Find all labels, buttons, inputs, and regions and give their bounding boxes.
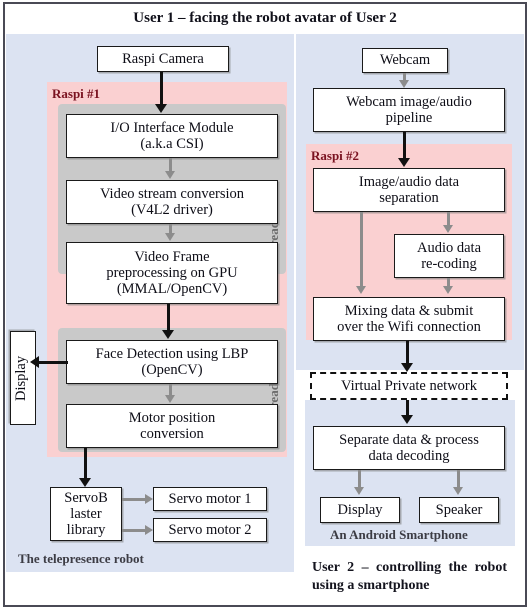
node-audio-data-recoding[interactable]: Audio data re-coding (394, 234, 504, 278)
caption-user2: User 2 – controlling the robot using a s… (312, 560, 507, 593)
node-separate-data-decoding[interactable]: Separate data & process data decoding (313, 426, 505, 470)
node-speaker[interactable]: Speaker (419, 497, 499, 523)
arrowhead-facedetect-to-display (30, 356, 39, 368)
label-raspi-1: Raspi #1 (52, 86, 101, 101)
connector-separate-to-speaker (457, 470, 460, 488)
node-face-detection-lbp[interactable]: Face Detection using LBP (OpenCV) (66, 340, 278, 384)
connector-pipeline-to-separation (403, 132, 406, 160)
arrowhead-mixing-to-vpn (401, 363, 413, 372)
arrowhead-separate-to-display (354, 487, 364, 495)
label-telepresence-robot: The telepresence robot (18, 551, 144, 566)
arrowhead-servolib-to-motor2 (145, 524, 153, 535)
connector-mixing-to-vpn (406, 341, 409, 365)
node-virtual-private-network[interactable]: Virtual Private network (310, 372, 508, 400)
connector-separate-to-display (358, 470, 361, 488)
arrowhead-facedetect-to-motorpos (165, 395, 175, 403)
node-webcam[interactable]: Webcam (362, 48, 448, 73)
arrowhead-videoframe-to-facedetect (162, 330, 174, 339)
arrowhead-audio-to-mixing (443, 286, 453, 294)
node-display-robot[interactable]: Display (10, 331, 36, 425)
node-servo-motor-2[interactable]: Servo motor 2 (153, 518, 267, 542)
arrowhead-servolib-to-motor1 (145, 493, 153, 504)
node-servo-motor-1[interactable]: Servo motor 1 (153, 487, 267, 511)
node-raspi-camera[interactable]: Raspi Camera (97, 46, 229, 72)
connector-facedetect-to-display (36, 361, 68, 364)
connector-camera-to-io (160, 72, 163, 105)
connector-servolib-to-motor1 (122, 498, 146, 501)
node-motor-position-conversion[interactable]: Motor position conversion (66, 404, 278, 448)
arrowhead-io-to-videostream (165, 171, 175, 179)
arrowhead-videostream-to-videoframe (165, 233, 175, 241)
connector-separation-to-audio (447, 212, 450, 226)
connector-motorpos-to-servolib (84, 448, 87, 479)
arrowhead-separation-to-audio (443, 225, 453, 233)
node-video-stream-conversion[interactable]: Video stream conversion (V4L2 driver) (66, 180, 278, 224)
arrowhead-vpn-to-separate (401, 415, 413, 424)
figure-title: User 1 – facing the robot avatar of User… (133, 10, 397, 26)
label-raspi-2: Raspi #2 (311, 148, 360, 163)
node-io-interface-module[interactable]: I/O Interface Module (a.k.a CSI) (66, 114, 278, 158)
arrowhead-camera-to-io (155, 104, 167, 113)
label-android-smartphone: An Android Smartphone (330, 527, 468, 542)
arrowhead-separate-to-speaker (453, 487, 463, 495)
connector-videoframe-to-facedetect (167, 304, 170, 332)
diagram-canvas: User 1 – facing the robot avatar of User… (0, 0, 530, 610)
node-mixing-data-wifi[interactable]: Mixing data & submit over the Wifi conne… (313, 297, 505, 341)
arrowhead-webcam-to-pipeline (399, 80, 409, 88)
node-servoblaster-library[interactable]: ServoB laster library (50, 487, 122, 541)
connector-servolib-to-motor2 (122, 529, 146, 532)
connector-io-to-videostream (169, 158, 172, 172)
arrowhead-separation-to-mixing (356, 286, 366, 294)
node-image-audio-separation[interactable]: Image/audio data separation (313, 168, 505, 212)
arrowhead-motorpos-to-servolib (79, 478, 91, 487)
node-video-frame-preprocessing[interactable]: Video Frame preprocessing on GPU (MMAL/O… (66, 242, 278, 304)
connector-separation-to-mixing (360, 212, 363, 287)
node-display-phone[interactable]: Display (320, 497, 400, 523)
node-webcam-pipeline[interactable]: Webcam image/audio pipeline (313, 88, 505, 132)
arrowhead-pipeline-to-separation (398, 158, 410, 167)
